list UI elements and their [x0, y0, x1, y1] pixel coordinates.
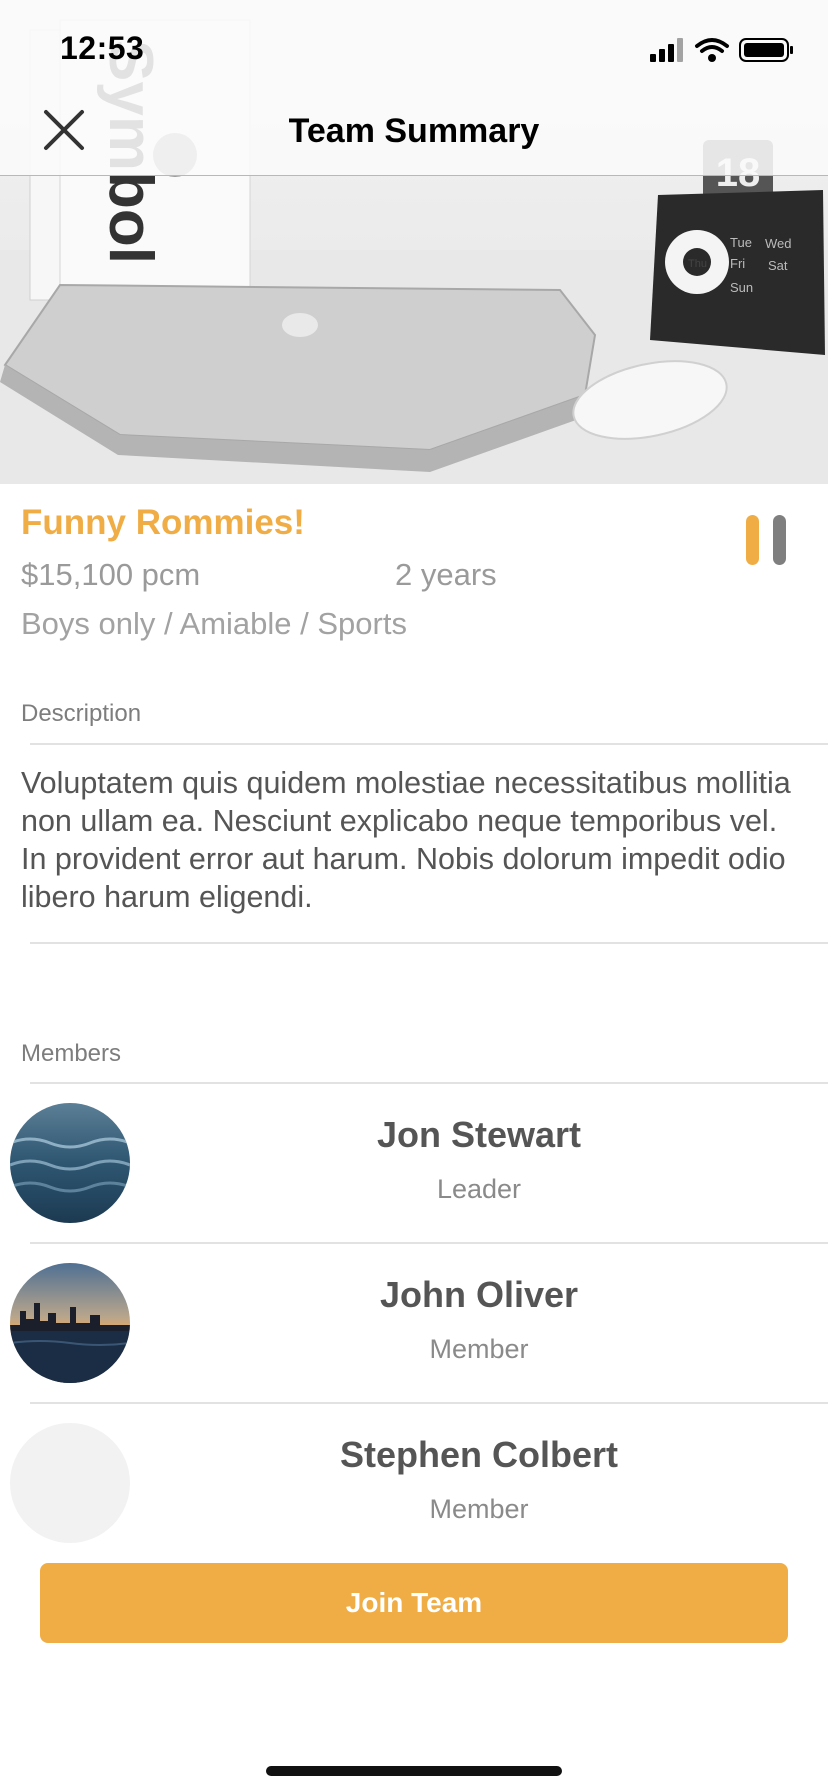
- member-role: Member: [429, 1334, 529, 1364]
- svg-text:Tue: Tue: [730, 235, 752, 250]
- svg-text:Wed: Wed: [765, 236, 792, 251]
- member-role: Member: [429, 1494, 529, 1524]
- status-time: 12:53: [60, 30, 145, 66]
- navigation-bar: 12:53 Team Summary: [0, 0, 828, 176]
- signal-icon: [650, 38, 683, 62]
- member-row[interactable]: Stephen Colbert Member: [0, 1404, 828, 1562]
- members-label: Members: [21, 1040, 122, 1067]
- svg-text:Fri: Fri: [730, 256, 745, 271]
- battery-icon: [739, 38, 793, 62]
- pager-indicator[interactable]: [773, 515, 786, 565]
- member-row[interactable]: John Oliver Member: [0, 1244, 828, 1402]
- image-pager[interactable]: [746, 515, 792, 565]
- divider: [30, 942, 828, 944]
- team-name: Funny Rommies!: [21, 503, 305, 542]
- member-name: Jon Stewart: [376, 1114, 582, 1155]
- svg-text:Sat: Sat: [768, 258, 788, 273]
- avatar: [10, 1423, 130, 1543]
- team-price: $15,100 pcm: [21, 557, 201, 592]
- team-tags: Boys only / Amiable / Sports: [21, 606, 407, 641]
- avatar: [10, 1103, 130, 1223]
- avatar: [10, 1263, 130, 1383]
- member-role: Leader: [436, 1174, 522, 1204]
- svg-text:Sun: Sun: [730, 280, 753, 295]
- member-name: Stephen Colbert: [339, 1434, 618, 1475]
- svg-text:Thu: Thu: [688, 258, 707, 270]
- join-team-button[interactable]: Join Team: [40, 1563, 788, 1643]
- description-label: Description: [21, 700, 142, 727]
- divider: [30, 743, 828, 745]
- member-name: John Oliver: [379, 1274, 579, 1315]
- status-icons: [648, 36, 798, 64]
- member-row[interactable]: Jon Stewart Leader: [0, 1084, 828, 1242]
- page-title: Team Summary: [288, 112, 540, 150]
- home-indicator[interactable]: [266, 1766, 562, 1776]
- pager-indicator-active[interactable]: [746, 515, 759, 565]
- team-duration: 2 years: [395, 557, 497, 592]
- description-text: Voluptatem quis quidem molestiae necessi…: [21, 766, 791, 914]
- wifi-icon: [695, 38, 729, 62]
